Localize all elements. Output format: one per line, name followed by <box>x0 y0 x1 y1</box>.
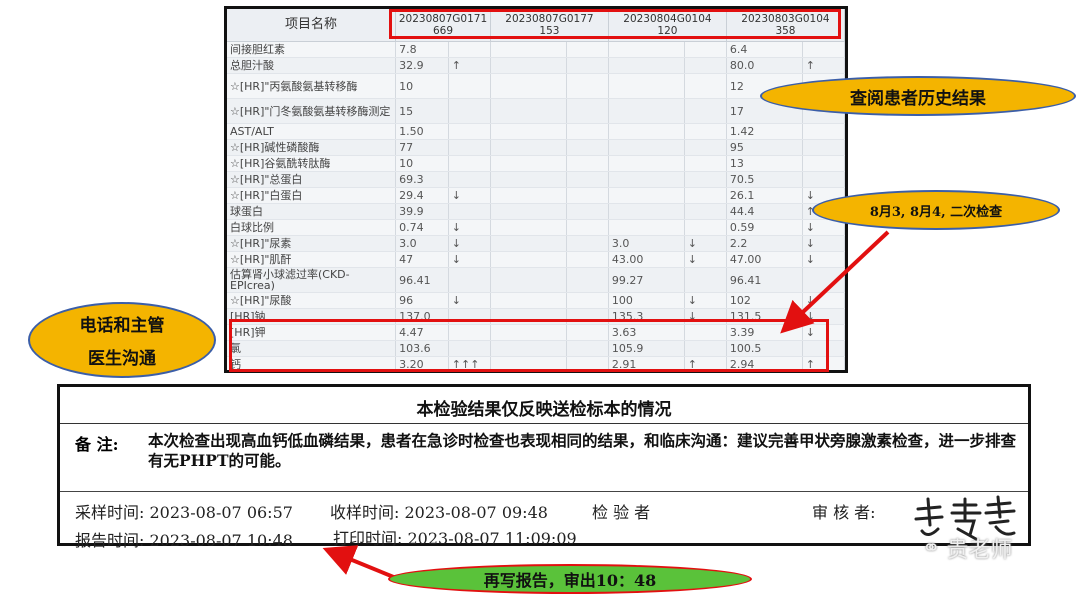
callout-history: 查阅患者历史结果 <box>760 76 1076 116</box>
arrow-to-report-time <box>322 545 397 580</box>
watermark-text: 贵老师 <box>946 538 1013 563</box>
callout-phone-line2: 医生沟通 <box>88 349 156 369</box>
callout-phone: 电话和主管 医生沟通 <box>28 302 216 378</box>
arrow-to-results <box>780 230 890 334</box>
wechat-icon: ⚭ <box>922 535 941 561</box>
callout-second-check: 8月3, 8月4, 二次检查 <box>812 190 1060 230</box>
watermark: ⚭ 贵老师 <box>922 532 1012 564</box>
callout-phone-line1: 电话和主管 <box>79 316 165 336</box>
callout-rewrite: 再写报告，审出10：48 <box>388 564 752 594</box>
